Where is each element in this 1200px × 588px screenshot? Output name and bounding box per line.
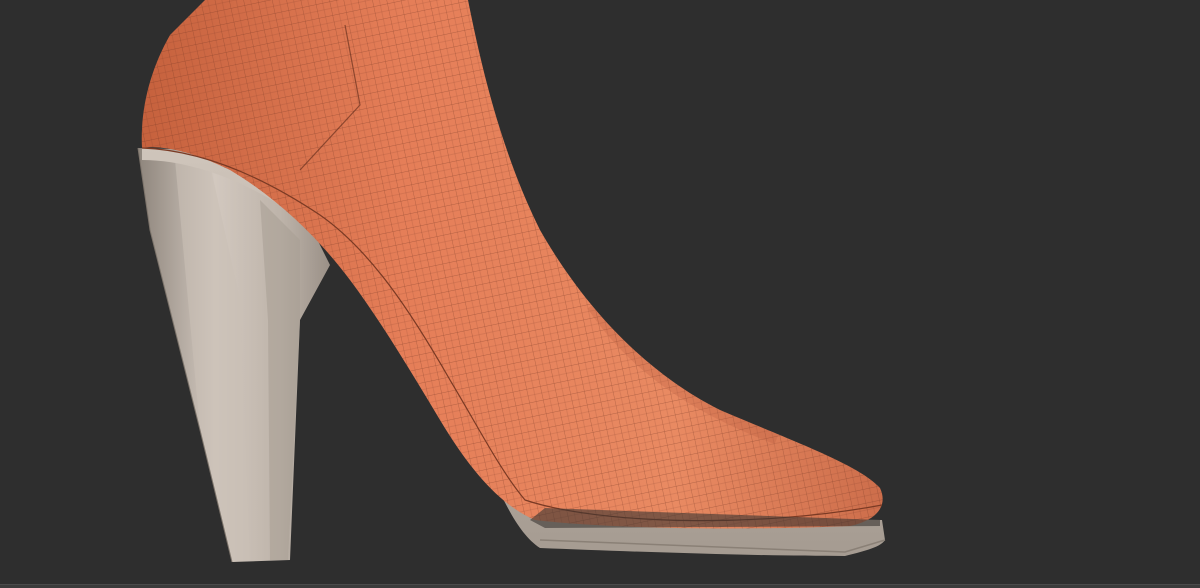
3d-viewport[interactable] bbox=[0, 0, 1200, 588]
viewport-bottom-border bbox=[0, 584, 1200, 588]
viewport-scene[interactable] bbox=[0, 0, 1200, 588]
